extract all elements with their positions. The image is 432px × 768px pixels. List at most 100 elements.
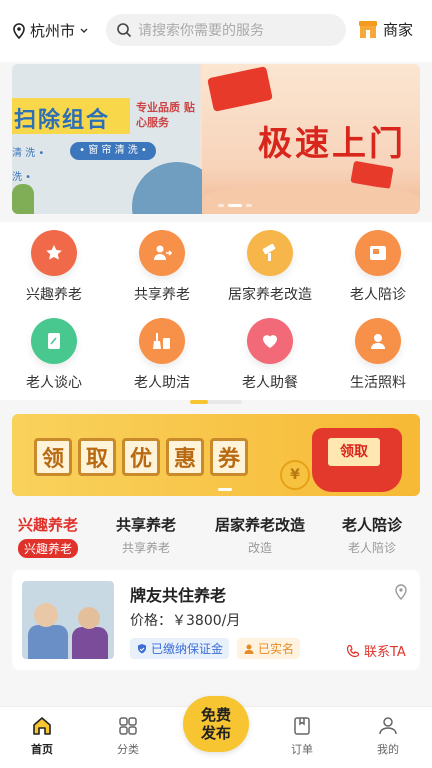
tab-title: 居家养老改造 [214,516,305,534]
city-selector[interactable]: 杭州市 [12,20,89,41]
coupon-banner[interactable]: 领 取 优 惠 券 ¥ 领取 [12,414,420,496]
claim-label: 领取 [328,438,380,466]
publish-label-line2: 发布 [200,724,231,742]
coupon-char: 取 [78,438,116,476]
listing-badges: 已缴纳保证金 已实名 [130,638,301,659]
service-snippet-1: 清 洗 • [12,148,45,159]
contact-button[interactable]: 联系TA [346,641,406,660]
cleaning-promo-slide: 扫除组合 专业品质 贴心服务 清 洗 • • 窗 帘 清 洗 • 洗 • [12,64,222,214]
deposit-badge-text: 已缴纳保证金 [151,642,224,656]
cleaning-combo-title: 扫除组合 [14,108,111,133]
nav-category[interactable]: 分类 [98,715,158,757]
coin-icon: ¥ [280,460,310,490]
star-icon [31,230,77,276]
location-pin-icon[interactable] [394,584,408,600]
service-tagline: 专业品质 贴心服务 [136,101,195,129]
chevron-down-icon [80,28,88,33]
home-icon [33,717,51,735]
category-page-indicator [190,400,242,404]
listing-price: 价格：￥3800/月 [130,613,241,629]
category-grid: 兴趣养老 共享养老 居家养老改造 老人陪诊 老人谈心 老人助洁 老人助餐 生活照… [0,222,432,400]
fast-onsite-title: 极速上门 [258,124,406,164]
tab-medical-escort[interactable]: 老人陪诊 老人陪诊 [338,514,406,556]
category-daily-care[interactable]: 生活照料 [324,318,432,392]
coupon-char: 惠 [166,438,204,476]
top-header: 杭州市 请搜索你需要的服务 商家 [0,0,432,62]
category-heart-talk[interactable]: 老人谈心 [0,318,108,392]
coupon-char: 领 [34,438,72,476]
listing-card[interactable]: 牌友共住养老 价格：￥3800/月 已缴纳保证金 已实名 联系TA [12,570,420,670]
tab-title: 兴趣养老 [17,516,78,534]
search-placeholder: 请搜索你需要的服务 [138,23,264,39]
tab-subtitle: 兴趣养老 [17,539,78,558]
broom-icon [139,318,185,364]
red-envelope-decor [207,66,273,112]
verified-badge-text: 已实名 [258,642,295,656]
search-icon [117,23,132,38]
carousel-indicator [218,204,252,207]
nav-home-label: 首页 [31,743,53,756]
nav-orders[interactable]: 订单 [272,715,332,757]
note-icon [31,318,77,364]
tab-interest-elderly[interactable]: 兴趣养老 兴趣养老 [16,514,80,558]
search-bar[interactable]: 请搜索你需要的服务 [106,14,346,46]
shop-icon [359,21,377,38]
deposit-badge: 已缴纳保证金 [130,638,230,659]
category-meal-help[interactable]: 老人助餐 [216,318,324,392]
category-label: 老人陪诊 [350,287,406,303]
category-home-renovation[interactable]: 居家养老改造 [216,230,324,304]
listing-title: 牌友共住养老 [130,586,227,605]
heart-icon [247,318,293,364]
coupon-title: 领 取 优 惠 券 [34,438,248,476]
category-label: 居家养老改造 [228,287,312,303]
nav-category-label: 分类 [117,743,139,756]
caregiver-icon [355,318,401,364]
shield-check-icon [138,643,146,653]
plant-decor [12,184,34,214]
medical-card-icon [355,230,401,276]
publish-label-line1: 免费 [200,706,231,724]
city-name: 杭州市 [30,22,76,40]
fast-service-slide: 极速上门 [202,64,420,214]
tab-subtitle: 老人陪诊 [347,541,396,555]
order-icon [294,717,310,735]
merchant-label: 商家 [383,20,414,39]
category-label: 兴趣养老 [26,287,82,303]
promo-banner-carousel[interactable]: 扫除组合 专业品质 贴心服务 清 洗 • • 窗 帘 清 洗 • 洗 • 极速上… [12,64,420,214]
cloud-decor [202,184,420,214]
tab-shared-elderly[interactable]: 共享养老 共享养老 [112,514,180,556]
coupon-char: 券 [210,438,248,476]
banner-indicator [218,488,232,491]
verified-badge: 已实名 [237,638,301,659]
category-label: 生活照料 [350,375,406,391]
curtain-cleaning-pill: • 窗 帘 清 洗 • [70,142,156,160]
category-cleaning-help[interactable]: 老人助洁 [108,318,216,392]
tab-title: 老人陪诊 [341,516,402,534]
free-publish-button[interactable]: 免费 发布 [183,696,249,752]
tab-subtitle: 共享养老 [121,541,170,555]
category-label: 老人助餐 [242,375,298,391]
person-verified-icon [244,644,254,654]
nav-home[interactable]: 首页 [12,715,72,757]
nav-mine[interactable]: 我的 [358,715,418,757]
location-pin-icon [13,22,25,39]
category-medical-escort[interactable]: 老人陪诊 [324,230,432,304]
nav-mine-label: 我的 [377,743,399,756]
contact-label: 联系TA [364,645,406,660]
grid-icon [119,717,137,735]
tab-subtitle: 改造 [247,541,272,555]
service-snippet-2: 洗 • [12,172,32,183]
category-shared-elderly[interactable]: 共享养老 [108,230,216,304]
user-icon [379,717,397,735]
category-label: 老人谈心 [26,375,82,391]
coupon-char: 优 [122,438,160,476]
merchant-button[interactable]: 商家 [357,18,413,40]
phone-icon [346,644,360,657]
person-share-icon [139,230,185,276]
tab-home-renovation[interactable]: 居家养老改造 改造 [210,514,310,556]
tab-title: 共享养老 [115,516,176,534]
category-label: 共享养老 [134,287,190,303]
category-label: 老人助洁 [134,375,190,391]
category-interest-elderly[interactable]: 兴趣养老 [0,230,108,304]
nav-orders-label: 订单 [291,743,313,756]
